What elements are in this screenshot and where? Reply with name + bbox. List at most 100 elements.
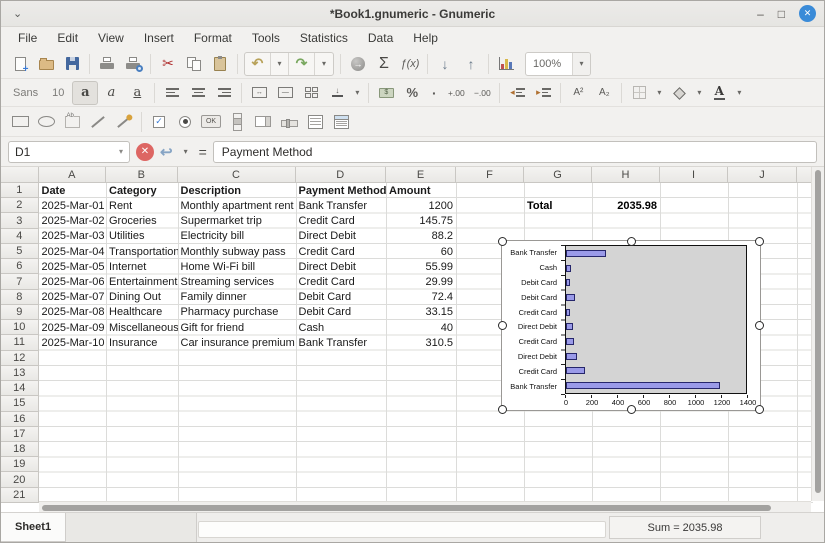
chart-object[interactable]: Bank Transfer Cash Debit Card Debit Card… [501,240,761,411]
cell[interactable]: 2025-Mar-06 [39,274,107,289]
col-header-e[interactable]: E [386,167,456,183]
cell[interactable]: Internet [106,259,178,274]
superscript-button[interactable]: A² [565,81,591,105]
align-left-button[interactable] [159,81,185,105]
draw-frame-button[interactable]: Ab [59,110,85,134]
zoom-value[interactable]: 100% [526,53,572,75]
save-button[interactable] [59,52,85,76]
redo-dropdown[interactable]: ▾ [315,53,333,75]
enter-dropdown[interactable]: ▾ [179,147,193,156]
menu-help[interactable]: Help [404,29,447,47]
cell[interactable]: Credit Card [296,274,387,289]
horizontal-scrollbar-thumb[interactable] [42,505,772,511]
close-button[interactable]: ✕ [799,5,816,22]
cell[interactable]: Cash [296,320,387,335]
cell[interactable]: Bank Transfer [296,198,387,213]
font-size-selector[interactable]: 10 [44,87,72,99]
cell[interactable]: Amount [386,183,456,198]
row-header[interactable]: 11 [1,335,39,350]
insert-slider-button[interactable] [276,110,302,134]
cell[interactable]: 2025-Mar-05 [39,259,107,274]
cell[interactable]: 2025-Mar-04 [39,244,107,259]
cell[interactable]: Credit Card [296,213,387,228]
merge-cells-button[interactable]: — [272,81,298,105]
cell[interactable]: Home Wi-Fi bill [178,259,296,274]
cell[interactable]: Monthly subway pass [178,244,296,259]
chart-selection-handle[interactable] [498,405,507,414]
draw-arrow-button[interactable] [111,110,137,134]
col-header-b[interactable]: B [106,167,178,183]
align-center-button[interactable] [185,81,211,105]
maximize-button[interactable]: □ [778,6,785,22]
row-header[interactable]: 15 [1,396,39,411]
cell[interactable]: Bank Transfer [296,335,387,350]
window-menu-icon[interactable]: ⌄ [13,7,22,20]
menu-edit[interactable]: Edit [48,29,87,47]
cell[interactable]: Electricity bill [178,229,296,244]
cell[interactable]: Healthcare [106,305,178,320]
confirm-edit-button[interactable]: ↩ [160,143,173,161]
sort-descending-button[interactable]: ↓ [432,52,458,76]
cell[interactable]: 88.2 [386,229,456,244]
cell[interactable]: Streaming services [178,274,296,289]
cut-button[interactable]: ✂ [155,52,181,76]
row-header[interactable]: 9 [1,305,39,320]
borders-button[interactable] [626,81,652,105]
print-button[interactable] [94,52,120,76]
draw-rectangle-button[interactable] [7,110,33,134]
cell[interactable]: Description [178,183,296,198]
menu-insert[interactable]: Insert [135,29,183,47]
horizontal-scrollbar[interactable] [39,501,812,512]
cell[interactable]: 40 [386,320,456,335]
money-format-button[interactable]: $ [373,81,399,105]
font-name-selector[interactable]: Sans [7,87,44,99]
insert-spinbutton-button[interactable] [250,110,276,134]
chart-selection-handle[interactable] [627,237,636,246]
vertical-align-dropdown[interactable]: ▾ [350,88,364,97]
formula-input[interactable]: Payment Method [213,141,817,163]
col-header-h[interactable]: H [592,167,660,183]
menu-data[interactable]: Data [359,29,402,47]
paste-button[interactable] [207,52,233,76]
cell[interactable]: Monthly apartment rent [178,198,296,213]
insert-combobox-button[interactable] [328,110,354,134]
cell[interactable]: 2025-Mar-10 [39,335,107,350]
subscript-button[interactable]: A₂ [591,81,617,105]
sheet-tab[interactable]: Sheet1 [1,513,66,542]
cell[interactable]: 60 [386,244,456,259]
cell[interactable]: 33.15 [386,305,456,320]
cell[interactable]: Pharmacy purchase [178,305,296,320]
row-header[interactable]: 13 [1,366,39,381]
cancel-edit-button[interactable]: ✕ [136,143,154,161]
col-header-i[interactable]: I [660,167,728,183]
new-file-button[interactable]: + [7,52,33,76]
fill-color-button[interactable] [666,81,692,105]
cell[interactable]: Direct Debit [296,259,387,274]
total-value-cell[interactable]: 2035.98 [592,198,660,213]
row-header[interactable]: 3 [1,213,39,228]
row-header[interactable]: 2 [1,198,39,213]
row-header[interactable]: 5 [1,244,39,259]
row-header[interactable]: 21 [1,488,39,503]
row-header[interactable]: 8 [1,290,39,305]
cell[interactable]: 55.99 [386,259,456,274]
row-header[interactable]: 1 [1,183,39,198]
print-preview-button[interactable] [120,52,146,76]
row-header[interactable]: 12 [1,351,39,366]
font-color-dropdown[interactable]: ▾ [732,88,746,97]
insert-checkbox-button[interactable]: ✓ [146,110,172,134]
vertical-align-button[interactable]: ↓ [324,81,350,105]
menu-view[interactable]: View [89,29,133,47]
font-color-button[interactable]: A [706,81,732,105]
bold-button[interactable]: a [72,81,98,105]
borders-dropdown[interactable]: ▾ [652,88,666,97]
increase-decimals-button[interactable]: +.00 [443,81,469,105]
select-all-corner[interactable] [1,167,39,183]
cell[interactable]: Direct Debit [296,229,387,244]
cell[interactable]: Insurance [106,335,178,350]
increase-indent-button[interactable]: ▸ [530,81,556,105]
cell[interactable]: 2025-Mar-02 [39,213,107,228]
hyperlink-button[interactable]: → [345,52,371,76]
chart-selection-handle[interactable] [498,237,507,246]
row-header[interactable]: 10 [1,320,39,335]
